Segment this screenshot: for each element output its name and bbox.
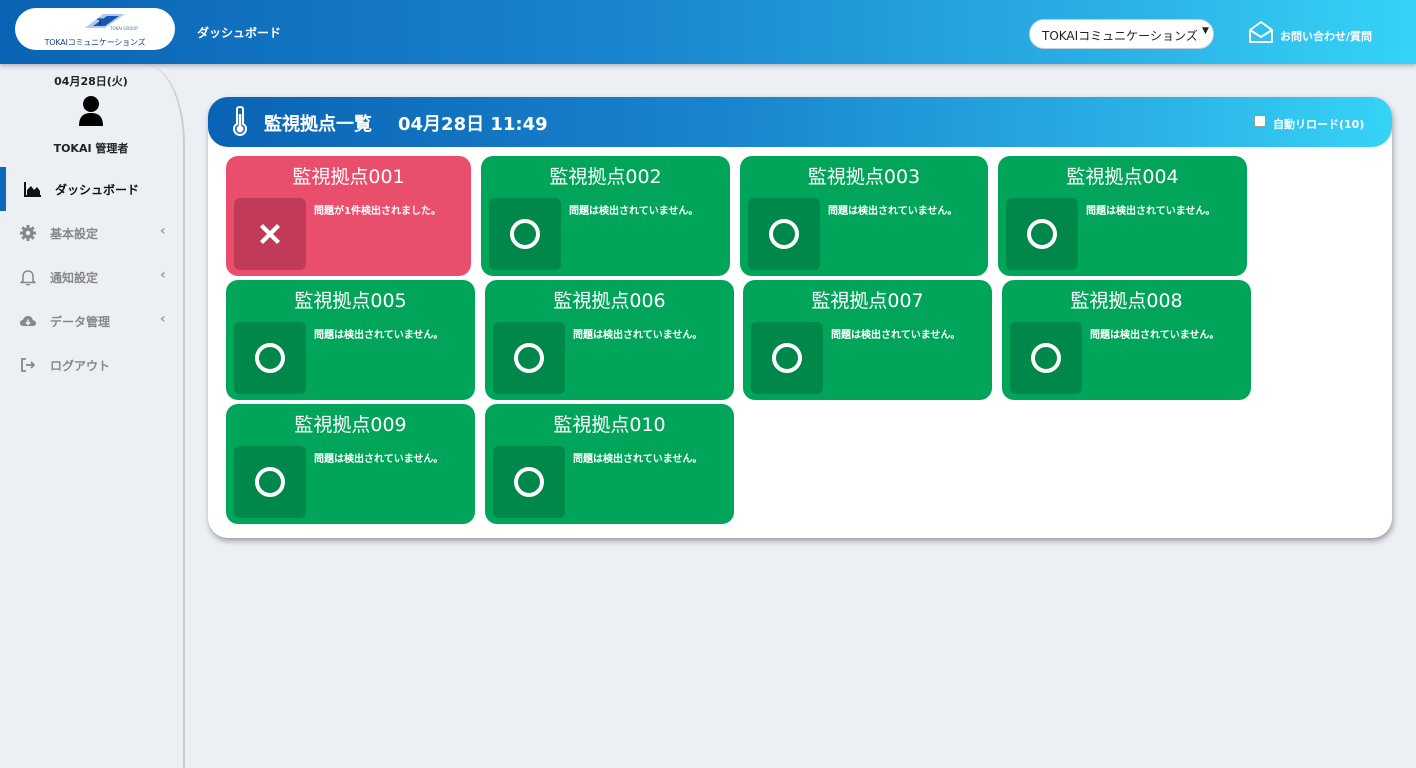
site-status-message: 問題は検出されていません。 (831, 330, 961, 341)
site-card-007[interactable]: 監視拠点007 問題は検出されていません。 (743, 280, 992, 400)
top-header: T TOKAI GROUP TOKAIコミュニケーションズ ダッシュボード TO… (0, 0, 1416, 64)
site-card-003[interactable]: 監視拠点003 問題は検出されていません。 (740, 156, 988, 276)
site-name: 監視拠点003 (807, 166, 921, 188)
dropdown-arrow-icon: ▼ (1202, 26, 1209, 36)
sidebar-item-basic-settings[interactable]: 基本設定 ‹ (0, 211, 182, 255)
auto-reload-checkbox[interactable] (1254, 115, 1266, 127)
site-card-009[interactable]: 監視拠点009 問題は検出されていません。 (226, 404, 475, 524)
chart-area-icon (24, 182, 41, 197)
envelope-open-icon (1249, 21, 1273, 43)
sidebar-item-notification-settings[interactable]: 通知設定 ‹ (0, 255, 182, 299)
site-card-008[interactable]: 監視拠点008 問題は検出されていません。 (1002, 280, 1251, 400)
site-status-message: 問題は検出されていません。 (573, 454, 703, 465)
logo-text: TOKAIコミュニケーションズ (44, 38, 146, 47)
sidebar-item-label: ダッシュボード (55, 183, 140, 197)
site-status-message: 問題は検出されていません。 (314, 330, 444, 341)
status-box (1010, 322, 1082, 394)
site-status-message: 問題は検出されていません。 (569, 206, 699, 217)
sidebar-item-label: ログアウト (50, 359, 111, 373)
sidebar-item-label: データ管理 (50, 315, 111, 329)
circle-ok-icon (769, 219, 799, 249)
site-status-message: 問題は検出されていません。 (573, 330, 703, 341)
circle-ok-icon (510, 219, 540, 249)
status-box (234, 198, 306, 270)
chevron-left-icon: ‹ (160, 223, 166, 239)
sidebar-item-label: 基本設定 (50, 227, 99, 241)
site-status-message: 問題が1件検出されました。 (314, 206, 441, 217)
logo-group-text: TOKAI GROUP (110, 26, 138, 31)
contact-label: お問い合わせ/質問 (1280, 30, 1373, 43)
sidebar-item-label: 通知設定 (50, 271, 99, 285)
site-status-message: 問題は検出されていません。 (314, 454, 444, 465)
status-box (493, 322, 565, 394)
sidebar-item-dashboard[interactable]: ダッシュボード (0, 167, 182, 211)
status-box (489, 198, 561, 270)
user-name: TOKAI 管理者 (53, 142, 129, 155)
company-select[interactable]: TOKAIコミュニケーションズ ▼ (1029, 19, 1214, 49)
sign-out-icon (21, 358, 36, 372)
cloud-download-icon (20, 316, 36, 326)
auto-reload-label[interactable]: 自動リロード(10) (1273, 116, 1364, 132)
cross-icon (260, 224, 280, 244)
site-name: 監視拠点001 (292, 166, 405, 188)
circle-ok-icon (1027, 219, 1057, 249)
circle-ok-icon (514, 343, 544, 373)
circle-ok-icon (772, 343, 802, 373)
sidebar-item-data-management[interactable]: データ管理 ‹ (0, 299, 182, 343)
current-date: 04月28日(火) (54, 75, 128, 88)
circle-ok-icon (255, 467, 285, 497)
site-name: 監視拠点002 (549, 166, 662, 188)
site-card-010[interactable]: 監視拠点010 問題は検出されていません。 (485, 404, 734, 524)
sidebar-item-logout[interactable]: ログアウト (0, 343, 182, 387)
site-name: 監視拠点006 (553, 290, 666, 312)
panel-timestamp: 04月28日 11:49 (398, 114, 548, 135)
chevron-left-icon: ‹ (160, 311, 166, 327)
site-name: 監視拠点004 (1066, 166, 1179, 188)
user-avatar-icon (79, 96, 103, 126)
site-status-message: 問題は検出されていません。 (1086, 206, 1216, 217)
panel-title: 監視拠点一覧 (264, 114, 372, 135)
site-card-006[interactable]: 監視拠点006 問題は検出されていません。 (485, 280, 734, 400)
circle-ok-icon (255, 343, 285, 373)
bell-icon (20, 270, 36, 286)
status-box (748, 198, 820, 270)
circle-ok-icon (1031, 343, 1061, 373)
status-box (493, 446, 565, 518)
svg-text:T: T (97, 18, 104, 28)
page-title: ダッシュボード (197, 26, 282, 40)
site-status-message: 問題は検出されていません。 (1090, 330, 1220, 341)
site-name: 監視拠点009 (294, 414, 407, 436)
company-logo[interactable]: T TOKAI GROUP TOKAIコミュニケーションズ (15, 8, 175, 50)
status-box (234, 446, 306, 518)
status-box (1006, 198, 1078, 270)
site-list-panel: 監視拠点一覧 04月28日 11:49 自動リロード(10) 監視拠点001 問… (208, 97, 1392, 538)
site-status-message: 問題は検出されていません。 (828, 206, 958, 217)
thermometer-icon (232, 106, 248, 136)
company-select-value: TOKAIコミュニケーションズ (1042, 29, 1198, 43)
site-card-002[interactable]: 監視拠点002 問題は検出されていません。 (481, 156, 730, 276)
status-box (751, 322, 823, 394)
site-card-005[interactable]: 監視拠点005 問題は検出されていません。 (226, 280, 475, 400)
chevron-left-icon: ‹ (160, 267, 166, 283)
site-name: 監視拠点007 (811, 290, 924, 312)
circle-ok-icon (514, 467, 544, 497)
panel-header: 監視拠点一覧 04月28日 11:49 自動リロード(10) (208, 97, 1392, 147)
site-name: 監視拠点010 (553, 414, 666, 436)
gear-icon (20, 225, 36, 241)
site-name: 監視拠点008 (1070, 290, 1183, 312)
status-box (234, 322, 306, 394)
site-card-004[interactable]: 監視拠点004 問題は検出されていません。 (998, 156, 1247, 276)
site-name: 監視拠点005 (294, 290, 407, 312)
sidebar: 04月28日(火) TOKAI 管理者 ダッシュボード 基本設定 ‹ 通知設定 … (0, 64, 185, 768)
site-card-001[interactable]: 監視拠点001 問題が1件検出されました。 (226, 156, 471, 276)
